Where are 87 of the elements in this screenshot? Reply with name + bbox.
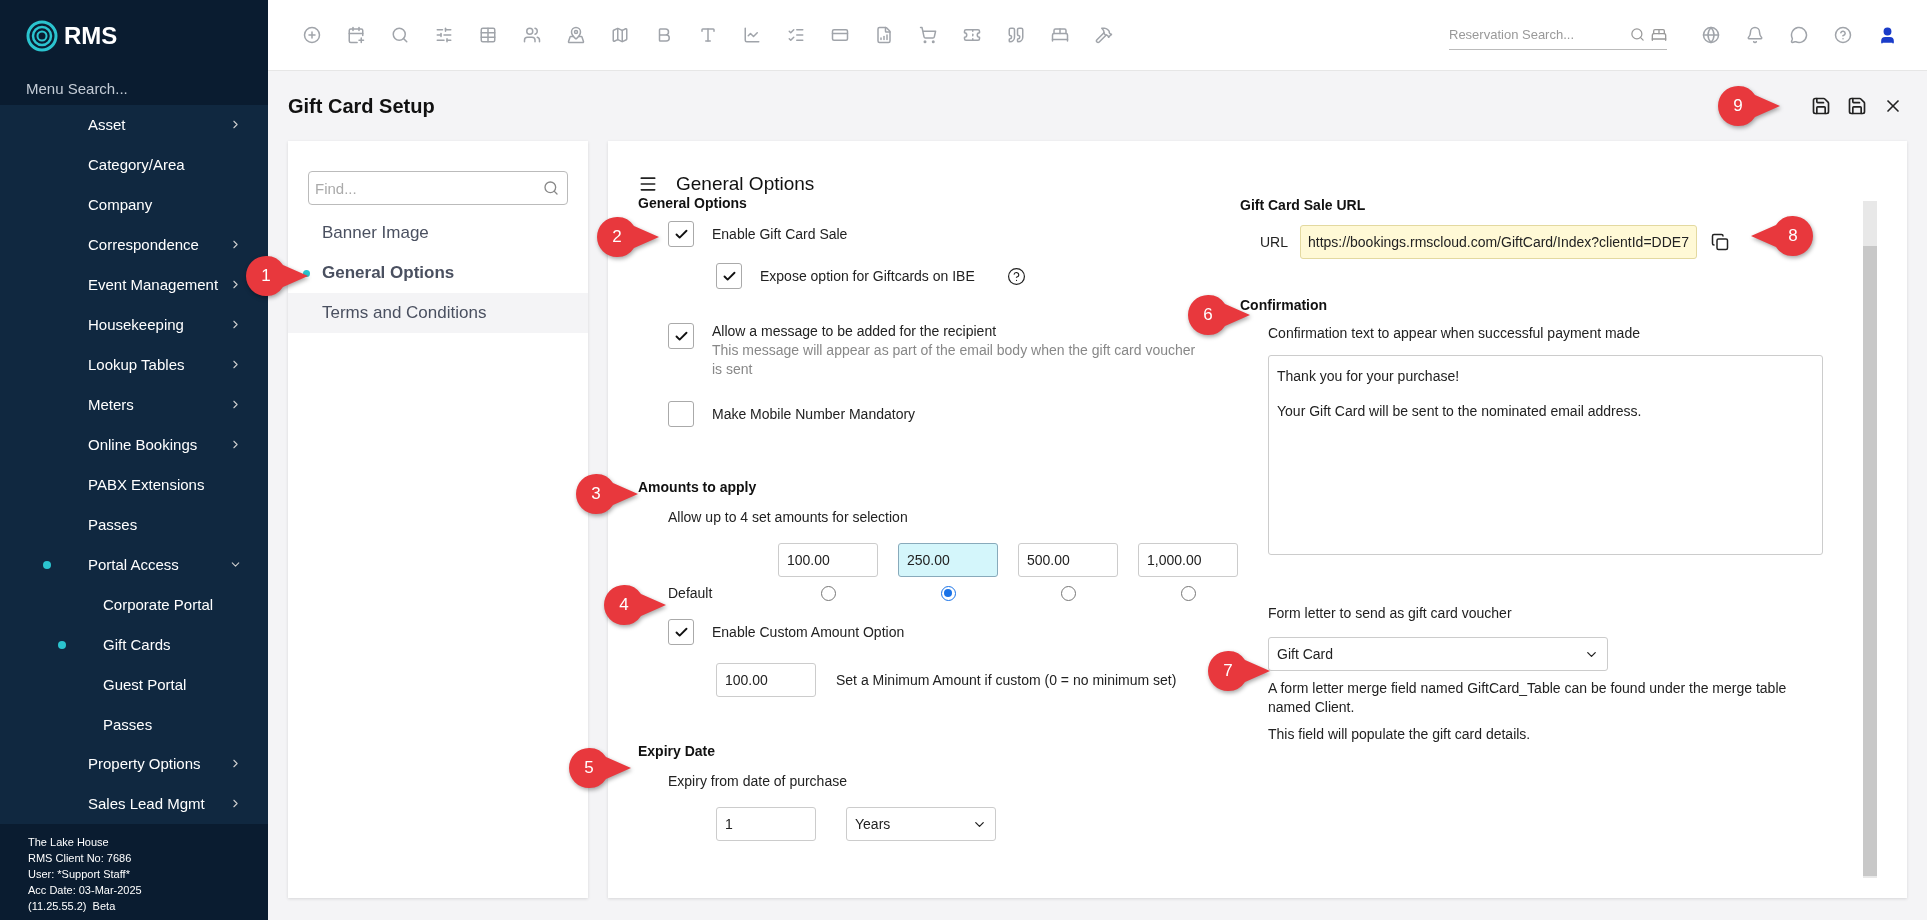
confirmation-text-area[interactable]: Thank you for your purchase! Your Gift Card will be sent to the nominated email address. [1268, 355, 1823, 555]
menu-item[interactable]: Lookup Tables [0, 344, 242, 385]
menu-item[interactable]: Online Bookings [0, 424, 242, 465]
radio-button[interactable] [940, 585, 956, 601]
callout-badge: 4 [604, 585, 666, 625]
radio-button[interactable] [1060, 585, 1076, 601]
url-field[interactable]: https://bookings.rmscloud.com/GiftCard/Index?clientId=DDE7 [1300, 225, 1697, 259]
section-title: Gift Card Sale URL [1240, 197, 1367, 213]
field-label: Set a Minimum Amount if custom (0 = no minimum set) [836, 672, 1177, 688]
submenu-item[interactable]: Passes [0, 704, 242, 744]
submenu-item[interactable]: Gift Cards [0, 624, 242, 665]
expiry-value-field[interactable]: 1 [716, 807, 816, 841]
callout-badge: 9 [1718, 86, 1780, 126]
callout-badge: 5 [569, 748, 631, 788]
checkbox[interactable] [668, 323, 694, 349]
option-note: This message will appear as part of the email body when the gift card voucher is sent [712, 341, 1197, 379]
copy-icon [1710, 233, 1729, 251]
amount-field[interactable]: 250.00 [898, 543, 998, 577]
bed-icon[interactable] [1651, 26, 1667, 43]
hint-text: Expiry from date of purchase [667, 773, 848, 789]
nav-item[interactable]: Terms and Conditions [288, 293, 588, 333]
section-title: General Options [638, 195, 748, 211]
panel-title: General Options [676, 173, 815, 195]
unit-select[interactable]: Years [846, 807, 996, 841]
nav-item[interactable]: General Options [288, 253, 588, 293]
option-label: Enable Gift Card Sale [712, 226, 848, 242]
account-info: (11.25.55.2) Beta [28, 899, 117, 914]
menu-item[interactable]: Sales Lead Mgmt [0, 783, 242, 824]
menu-item[interactable]: Correspondence [0, 224, 242, 265]
checkbox[interactable] [716, 263, 742, 289]
menu-item[interactable]: Company [0, 184, 242, 225]
menu-item[interactable]: Portal Access [0, 544, 242, 585]
menu-item[interactable]: Passes [0, 504, 242, 545]
menu-item[interactable]: Asset [0, 105, 242, 145]
callout-badge: 7 [1208, 651, 1270, 691]
option-label: Allow a message to be added for the recipient [712, 323, 998, 339]
hint-text: Confirmation text to appear when successful payment made [1267, 325, 1641, 341]
form-letter-select[interactable]: Gift Card [1268, 637, 1608, 671]
search-icon[interactable] [1630, 27, 1645, 42]
menu-item[interactable]: Property Options [0, 744, 242, 784]
submenu-item[interactable]: Corporate Portal [0, 584, 242, 625]
checkbox[interactable] [668, 619, 694, 645]
default-label: Default [668, 585, 714, 601]
url-label: URL [1260, 234, 1288, 250]
amount-field[interactable]: 100.00 [778, 543, 878, 577]
submenu-item[interactable]: Guest Portal [0, 664, 242, 705]
logo-text: RMS [64, 22, 118, 50]
logo-icon [26, 20, 58, 52]
search-icon [543, 180, 559, 196]
checkbox[interactable] [668, 221, 694, 247]
save-icon [1811, 96, 1831, 116]
option-label: Expose option for Giftcards on IBE [760, 268, 975, 284]
amount-field[interactable]: 500.00 [1018, 543, 1118, 577]
callout-badge: 2 [597, 217, 659, 257]
menu-search-field[interactable]: Menu Search... [26, 80, 242, 97]
section-title: Amounts to apply [638, 479, 758, 495]
field-label: Form letter to send as gift card voucher [1267, 605, 1513, 621]
section-title: Expiry Date [638, 743, 717, 759]
menu-item[interactable]: Category/Area [0, 144, 242, 185]
save-icon [1847, 96, 1867, 116]
info-text: This field will populate the gift card details. [1267, 725, 1532, 744]
scrollbar[interactable] [1863, 201, 1877, 878]
menu-item[interactable]: Event Management [0, 264, 242, 305]
checkbox[interactable] [668, 401, 694, 427]
account-info: User: *Support Staff* [28, 867, 131, 882]
account-info: RMS Client No: 7686 [28, 851, 133, 866]
callout-badge: 8 [1751, 216, 1813, 256]
callout-badge: 3 [576, 474, 638, 514]
menu-item[interactable]: PABX Extensions [0, 464, 242, 505]
callout-badge: 1 [246, 256, 308, 296]
section-title: Confirmation [1240, 297, 1329, 313]
menu-icon[interactable] [638, 174, 658, 194]
menu-item[interactable]: Housekeeping [0, 304, 242, 345]
nav-item[interactable]: Banner Image [288, 213, 588, 253]
option-label: Make Mobile Number Mandatory [712, 406, 916, 422]
help-icon[interactable] [1006, 266, 1026, 286]
radio-button[interactable] [1180, 585, 1196, 601]
menu-item[interactable]: Meters [0, 384, 242, 425]
amount-field[interactable]: 1,000.00 [1138, 543, 1238, 577]
hint-text: Allow up to 4 set amounts for selection [667, 509, 909, 525]
account-info: The Lake House [28, 835, 110, 850]
info-text: A form letter merge field named GiftCard_Table can be found under the merge table named Client. [1267, 679, 1788, 717]
minimum-amount-field[interactable]: 100.00 [716, 663, 816, 697]
account-info: Acc Date: 03-Mar-2025 [28, 883, 143, 898]
option-label: Enable Custom Amount Option [712, 624, 905, 640]
page-title: Gift Card Setup [288, 94, 435, 118]
radio-button[interactable] [820, 585, 836, 601]
